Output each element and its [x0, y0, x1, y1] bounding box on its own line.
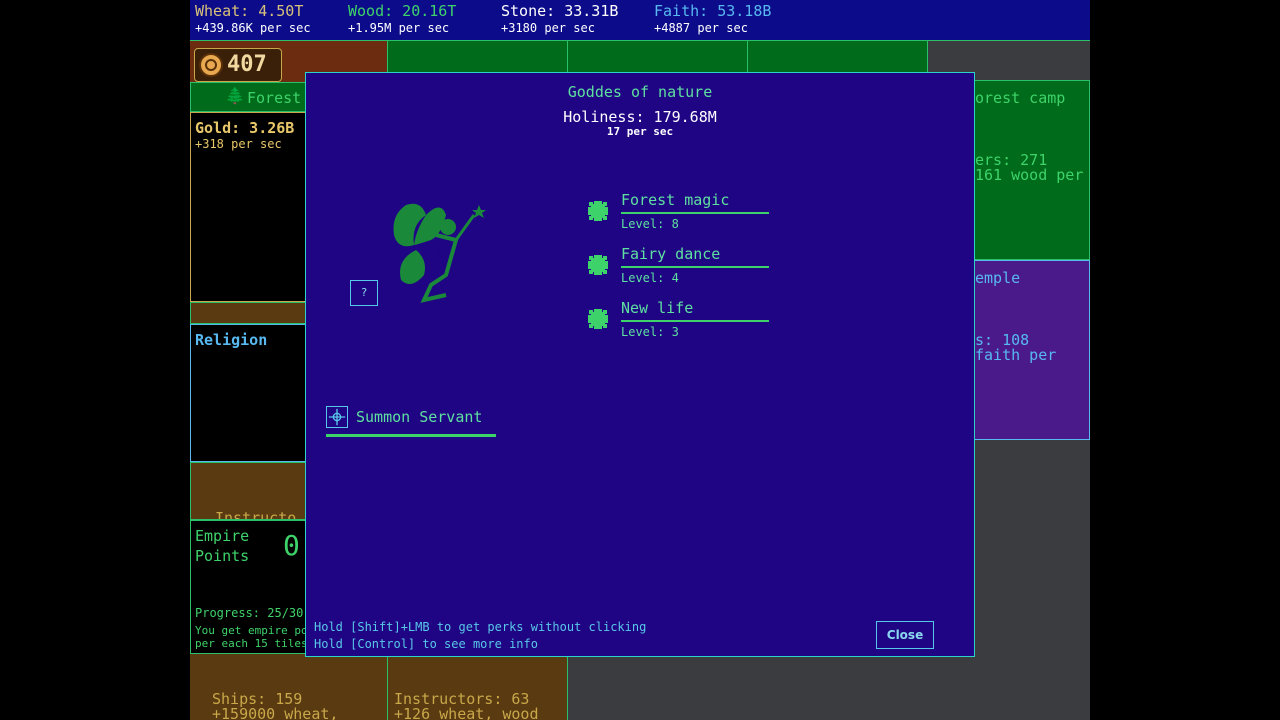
resource-faith: Faith: 53.18B +4887 per sec — [654, 2, 771, 36]
hint-control: Hold [Control] to see more info — [314, 637, 538, 651]
perk-level: Level: 3 — [621, 325, 679, 339]
gold-amount: Gold: 3.26B — [195, 119, 295, 137]
tile-strip — [190, 302, 310, 324]
perk-name: Fairy dance — [621, 245, 721, 263]
empire-progress: Progress: 25/30 — [195, 606, 304, 620]
resource-faith-amount: Faith: 53.18B — [654, 2, 772, 20]
resource-wheat-amount: Wheat: 4.50T — [195, 2, 304, 20]
empire-title-2: Points — [195, 547, 250, 565]
perk-name: New life — [621, 299, 694, 317]
resource-stone: Stone: 33.31B +3180 per sec — [501, 2, 618, 36]
instructors-rate: +126 wheat, wood — [394, 705, 539, 720]
empire-desc-1: You get empire po — [195, 624, 308, 637]
tile-religion[interactable]: Religion — [190, 324, 310, 462]
tile-gold[interactable]: Gold: 3.26B +318 per sec — [190, 112, 310, 302]
coin-icon — [199, 53, 223, 77]
close-button[interactable]: Close — [876, 621, 934, 649]
perk-name: Forest magic — [621, 191, 730, 209]
resource-faith-rate: +4887 per sec — [654, 21, 748, 35]
empire-points-value: 0 — [283, 529, 300, 562]
resource-wheat: Wheat: 4.50T +439.86K per sec — [195, 2, 311, 36]
forest-camp-title: orest camp — [975, 89, 1066, 107]
resource-stone-amount: Stone: 33.31B — [501, 2, 619, 20]
help-button[interactable]: ? — [350, 280, 378, 306]
hint-shift: Hold [Shift]+LMB to get perks without cl… — [314, 620, 647, 634]
tree-icon: 🌲 — [225, 86, 245, 105]
tile-forest-label: Forest — [247, 89, 302, 107]
holiness-rate: 17 per sec — [606, 125, 674, 138]
instructor-partial-label: Instructo — [215, 509, 297, 520]
dialog-title: Goddes of nature — [567, 83, 713, 101]
perk-underline — [621, 212, 769, 214]
resource-bar: Wheat: 4.50T +439.86K per sec Wood: 20.1… — [190, 0, 1090, 41]
deity-dialog: Goddes of nature Holiness: 179.68M 17 pe… — [305, 72, 975, 657]
empire-desc-2: per each 15 tiles — [195, 637, 308, 650]
resource-stone-rate: +3180 per sec — [501, 21, 595, 35]
tile-empire-points[interactable]: Empire Points 0 Progress: 25/30 You get … — [190, 520, 310, 654]
forest-camp-rate: 161 wood per — [975, 166, 1084, 184]
resource-wood-amount: Wood: 20.16T — [348, 2, 457, 20]
fairy-icon — [393, 203, 486, 303]
perk-gear-icon — [588, 255, 608, 275]
summon-servant-label: Summon Servant — [356, 408, 483, 426]
resource-wheat-rate: +439.86K per sec — [195, 21, 311, 35]
ships-rate: +159000 wheat, — [212, 705, 339, 720]
tile-instructor-partial[interactable]: Instructo — [190, 462, 310, 520]
perk-level: Level: 4 — [621, 271, 679, 285]
resource-wood-rate: +1.95M per sec — [348, 21, 450, 35]
perk-new-life[interactable]: New life Level: 3 — [586, 299, 776, 347]
summon-underline — [326, 434, 496, 437]
tile-ships[interactable]: Ships: 159 +159000 wheat, — [190, 654, 388, 720]
summon-servant-button[interactable]: Summon Servant — [326, 406, 496, 437]
summon-icon — [326, 406, 348, 428]
resource-wood: Wood: 20.16T +1.95M per sec — [348, 2, 456, 36]
perk-underline — [621, 266, 769, 268]
religion-label: Religion — [195, 331, 268, 349]
perk-forest-magic[interactable]: Forest magic Level: 8 — [586, 191, 776, 239]
perk-gear-icon — [588, 201, 608, 221]
holiness-amount: Holiness: 179.68M — [563, 108, 717, 126]
perk-underline — [621, 320, 769, 322]
empire-title-1: Empire — [195, 527, 250, 545]
tile-instructors[interactable]: Instructors: 63 +126 wheat, wood — [388, 654, 568, 720]
perk-level: Level: 8 — [621, 217, 679, 231]
tile-forest[interactable]: 🌲 Forest — [190, 82, 310, 112]
temple-title: emple — [975, 269, 1021, 287]
gold-rate: +318 per sec — [195, 137, 282, 151]
counter-value: 407 — [227, 52, 267, 77]
counter-badge[interactable]: 407 — [194, 48, 282, 82]
temple-rate: faith per — [975, 346, 1057, 364]
perk-gear-icon — [588, 309, 608, 329]
perk-fairy-dance[interactable]: Fairy dance Level: 4 — [586, 245, 776, 293]
